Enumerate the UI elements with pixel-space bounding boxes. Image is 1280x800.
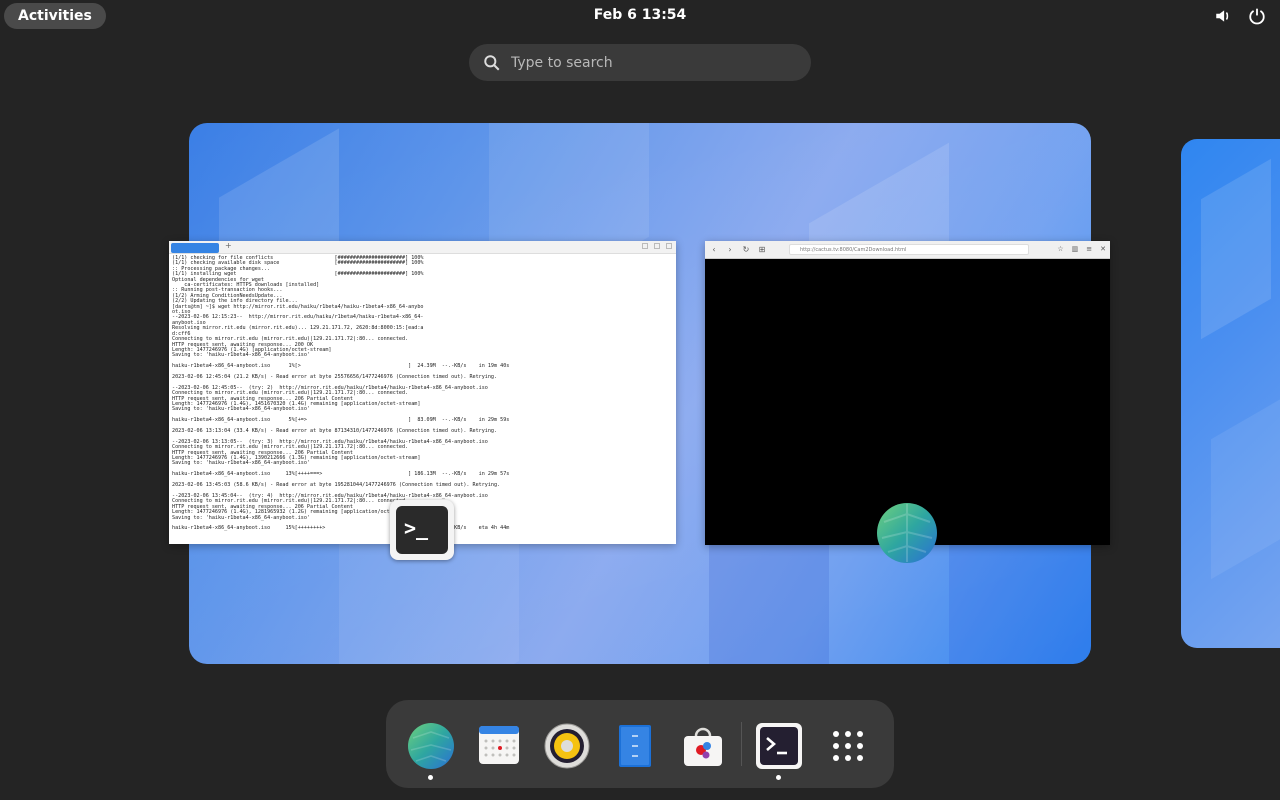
terminal-app-icon: >_ xyxy=(390,500,454,560)
clock-button[interactable]: Feb 6 13:54 xyxy=(0,0,1280,31)
dock-separator xyxy=(741,722,742,766)
menu-icon: ≡ xyxy=(1086,245,1093,253)
new-tab-icon: + xyxy=(225,241,232,250)
calendar-icon xyxy=(479,726,519,764)
library-icon: ▥ xyxy=(1071,245,1079,253)
volume-icon[interactable] xyxy=(1214,7,1232,25)
workspace-thumbnail-next[interactable] xyxy=(1181,139,1280,648)
terminal-window-thumbnail[interactable]: + (1/1) checking for file conflicts [###… xyxy=(169,241,676,544)
dock-web-browser[interactable] xyxy=(407,722,455,780)
tabs-icon: ⊞ xyxy=(758,244,766,254)
reload-icon: ↻ xyxy=(742,244,750,254)
terminal-icon xyxy=(756,723,802,769)
search-input[interactable] xyxy=(511,54,791,71)
app-grid-icon xyxy=(833,731,863,761)
dock-software[interactable] xyxy=(679,722,727,770)
dock-text-editor[interactable] xyxy=(611,722,659,770)
back-icon: ‹ xyxy=(712,244,716,254)
terminal-titlebar: + xyxy=(169,241,676,254)
running-indicator xyxy=(428,775,433,780)
dock-rhythmbox[interactable] xyxy=(543,722,591,770)
web-browser-app-icon xyxy=(877,503,937,563)
dock-calendar[interactable] xyxy=(475,722,523,770)
browser-toolbar: ‹ › ↻ ⊞ http://cactus.tv:8080/Cam2Downlo… xyxy=(705,241,1110,259)
browser-controls: ☆ ▥ ≡ ✕ xyxy=(1057,245,1106,253)
dock-show-apps[interactable] xyxy=(824,722,872,770)
speaker-icon xyxy=(544,723,590,769)
bookmark-icon: ☆ xyxy=(1057,245,1064,253)
shopping-bag-icon xyxy=(684,727,722,766)
search-icon xyxy=(484,54,500,70)
forward-icon: › xyxy=(728,244,732,254)
clock-label: Feb 6 13:54 xyxy=(593,7,687,23)
address-bar: http://cactus.tv:8080/Cam2Download.html xyxy=(789,244,1029,255)
close-icon: ✕ xyxy=(1100,245,1106,253)
power-icon[interactable] xyxy=(1248,7,1266,25)
notepad-icon xyxy=(619,725,651,767)
dock-terminal[interactable] xyxy=(755,722,803,780)
browser-window-thumbnail[interactable]: ‹ › ↻ ⊞ http://cactus.tv:8080/Cam2Downlo… xyxy=(705,241,1110,545)
top-bar: Activities Feb 6 13:54 xyxy=(0,0,1280,32)
dash xyxy=(386,700,894,788)
system-menu[interactable] xyxy=(1214,7,1266,25)
window-controls xyxy=(642,243,672,249)
running-indicator xyxy=(776,775,781,780)
search-box[interactable] xyxy=(469,44,811,81)
globe-icon xyxy=(408,723,454,769)
terminal-tab xyxy=(171,243,219,253)
